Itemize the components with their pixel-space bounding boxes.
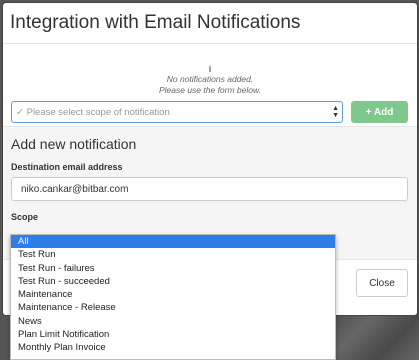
scope-dropdown-list[interactable]: All Test Run Test Run - failures Test Ru… xyxy=(10,234,336,360)
close-button[interactable]: Close xyxy=(356,269,408,297)
email-field[interactable] xyxy=(11,177,408,201)
scope-placeholder: Please select scope of notification xyxy=(26,106,170,118)
info-icon: i xyxy=(208,64,212,74)
scope-option-maintenance-release[interactable]: Maintenance - Release xyxy=(11,301,335,314)
scope-label: Scope xyxy=(11,212,39,222)
email-label: Destination email address xyxy=(11,162,123,172)
scope-option-monthly-plan-invoice[interactable]: Monthly Plan Invoice xyxy=(11,341,335,354)
scope-option-maintenance[interactable]: Maintenance xyxy=(11,288,335,301)
scope-option-all[interactable]: All xyxy=(11,235,335,249)
scope-option-test-run-succeeded[interactable]: Test Run - succeeded xyxy=(11,275,335,288)
scope-placeholder-check-icon: ✓ xyxy=(16,106,27,118)
empty-message-line-2: Please use the form below. xyxy=(158,85,262,95)
form-title: Add new notification xyxy=(11,136,137,152)
scope-select[interactable]: ✓ Please select scope of notification ▲ ▼ xyxy=(11,101,343,123)
scope-option-test-run[interactable]: Test Run xyxy=(11,248,335,261)
scope-option-plan-limit-notification[interactable]: Plan Limit Notification xyxy=(11,328,335,341)
scope-option-test-run-failures[interactable]: Test Run - failures xyxy=(11,262,335,275)
empty-message-line-1: No notifications added. xyxy=(166,74,254,84)
add-button[interactable]: + Add xyxy=(351,101,408,123)
scope-option-news[interactable]: News xyxy=(11,315,335,328)
dialog-header: Integration with Email Notifications xyxy=(3,3,417,44)
select-arrows-icon: ▲ ▼ xyxy=(332,105,339,119)
dialog-title: Integration with Email Notifications xyxy=(10,12,301,33)
